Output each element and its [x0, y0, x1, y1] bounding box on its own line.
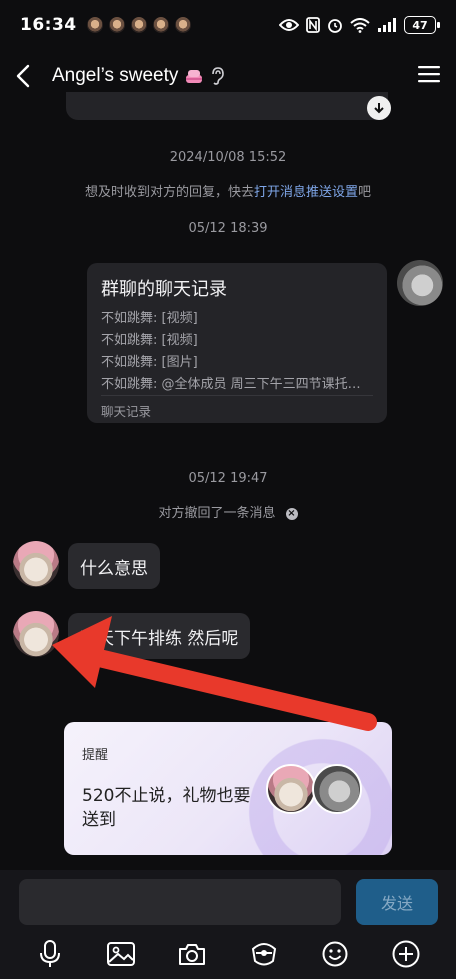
chat-record-line: 不如跳舞: @全体成员 周三下午三四节课托…: [101, 377, 361, 392]
previous-message-card[interactable]: [66, 92, 388, 120]
chat-record-card[interactable]: 群聊的聊天记录 不如跳舞: [视频] 不如跳舞: [视频] 不如跳舞: [图片]…: [87, 263, 387, 423]
recall-notice-text: 对方撤回了一条消息: [158, 506, 276, 521]
notice-suffix: 吧: [358, 185, 372, 200]
app-notification-icon: [86, 17, 103, 33]
notice-prefix: 想及时收到对方的回复，快去: [84, 185, 254, 200]
message-text: 什么意思: [80, 558, 148, 579]
input-bar: 发送: [0, 870, 456, 979]
timestamp: 05/12 19:47: [188, 471, 268, 486]
reminder-avatar-contact: [266, 764, 316, 814]
microphone-icon[interactable]: [35, 939, 65, 969]
chat-record-title: 群聊的聊天记录: [101, 279, 227, 300]
message-text: 明天下午排练 然后呢: [80, 628, 239, 649]
status-bar: 16:34 47: [0, 0, 456, 50]
menu-icon[interactable]: [418, 65, 440, 87]
camera-icon[interactable]: [177, 939, 207, 969]
eye-icon: [279, 19, 299, 31]
battery-level: 47: [412, 18, 428, 32]
wifi-icon: [350, 17, 370, 33]
input-toolbar: [0, 938, 456, 970]
reminder-avatar-self: [312, 764, 362, 814]
chat-title[interactable]: Angel’s sweety: [52, 65, 178, 87]
plus-icon[interactable]: [391, 939, 421, 969]
chat-record-line: 不如跳舞: [视频]: [101, 333, 198, 348]
ear-icon[interactable]: [210, 67, 225, 85]
gift-reminder-card[interactable]: 提醒 520不止说，礼物也要送到: [64, 722, 392, 855]
send-button[interactable]: 发送: [356, 879, 438, 925]
battery-indicator: 47: [404, 16, 440, 34]
status-app-icons: [86, 17, 191, 33]
status-time: 16:34: [20, 15, 77, 35]
nfc-icon: [306, 17, 320, 33]
message-bubble[interactable]: 明天下午排练 然后呢: [68, 613, 251, 659]
avatar-self[interactable]: [397, 260, 443, 306]
avatar-contact[interactable]: [13, 611, 59, 657]
chat-record-footer: 聊天记录: [101, 404, 152, 419]
app-notification-icon: [108, 17, 125, 33]
app-notification-icon: [174, 17, 191, 33]
signal-icon: [378, 18, 396, 32]
download-icon[interactable]: [367, 96, 391, 120]
app-notification-icon: [130, 17, 147, 33]
divider: [101, 395, 373, 396]
timestamp: 05/12 18:39: [188, 221, 268, 236]
push-settings-notice: 想及时收到对方的回复，快去打开消息推送设置吧: [0, 181, 456, 200]
app-notification-icon: [152, 17, 169, 33]
alarm-icon: [328, 19, 342, 33]
chat-record-line: 不如跳舞: [图片]: [101, 355, 198, 370]
message-bubble[interactable]: 什么意思: [68, 543, 160, 589]
emoji-icon[interactable]: [320, 939, 350, 969]
back-arrow-icon[interactable]: [16, 63, 38, 89]
image-icon[interactable]: [106, 939, 136, 969]
close-icon[interactable]: ×: [285, 507, 298, 520]
red-packet-icon[interactable]: [249, 939, 279, 969]
message-input[interactable]: [19, 879, 341, 925]
recall-notice: 对方撤回了一条消息 ×: [0, 502, 456, 521]
push-settings-link[interactable]: 打开消息推送设置: [254, 185, 358, 200]
send-label: 发送: [380, 894, 413, 913]
avatar-contact[interactable]: [13, 541, 59, 587]
timestamp: 2024/10/08 15:52: [169, 150, 287, 165]
cake-emoji-icon: [186, 70, 203, 83]
reminder-text: 520不止说，礼物也要送到: [82, 786, 251, 830]
reminder-label: 提醒: [82, 748, 109, 763]
chat-record-line: 不如跳舞: [视频]: [101, 311, 198, 326]
